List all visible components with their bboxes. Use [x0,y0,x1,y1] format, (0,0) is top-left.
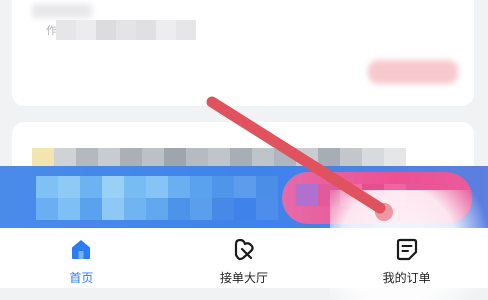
home-icon [66,234,96,264]
bottom-tab-bar: 首页 接单大厅 我的订单 [0,228,488,288]
redacted-mosaic-top [56,20,196,40]
redacted-mosaic-band [36,176,278,198]
redacted-text-top [32,4,92,18]
tab-home[interactable]: 首页 [0,228,163,288]
hall-icon [229,234,259,264]
redacted-price-pink [368,60,458,84]
tab-order-hall[interactable]: 接单大厅 [163,228,326,288]
tab-my-orders-label: 我的订单 [382,271,431,285]
orders-icon [392,234,422,264]
order-card-top[interactable]: 作 [12,0,474,106]
tab-my-orders[interactable]: 我的订单 [325,228,488,288]
tab-home-label: 首页 [69,271,94,285]
redacted-mosaic-band-2 [36,198,278,220]
tab-order-hall-label: 接单大厅 [220,271,269,285]
